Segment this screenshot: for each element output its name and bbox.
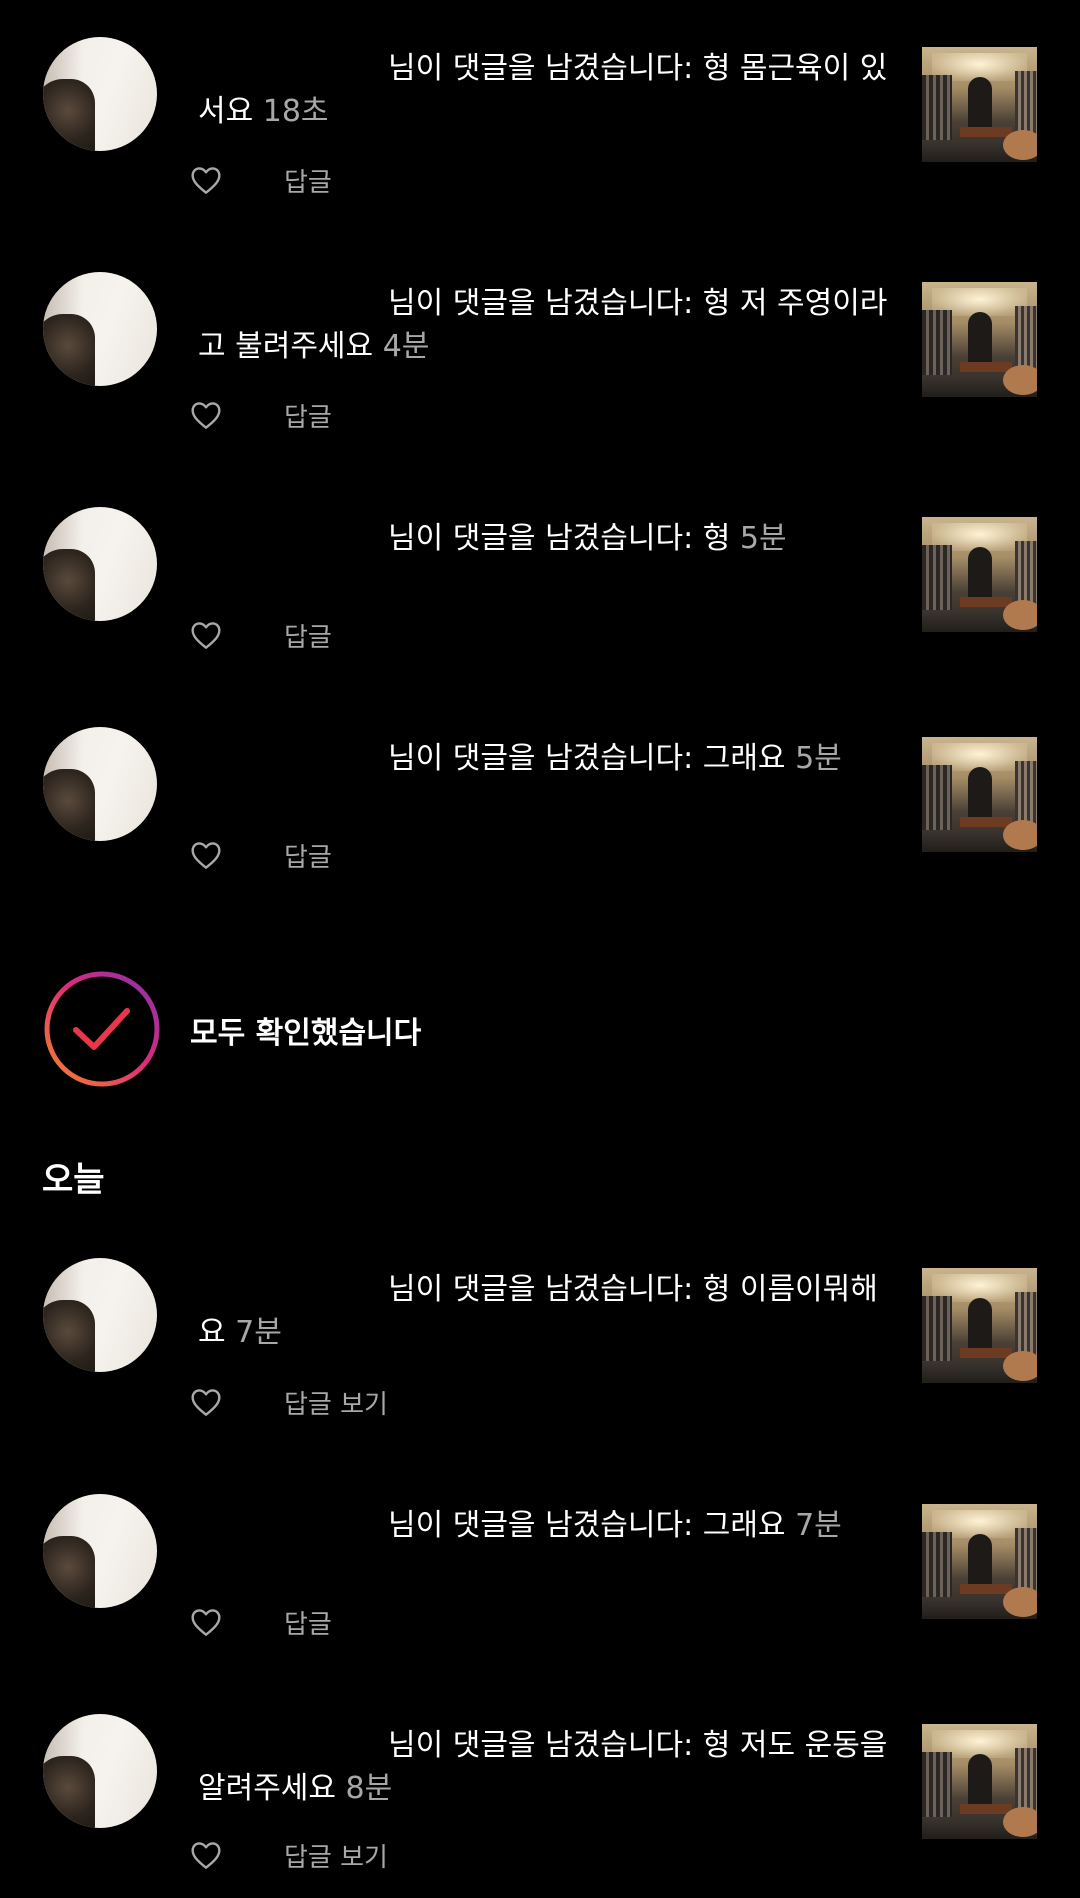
reply-button[interactable]: 답글 — [284, 837, 332, 874]
timestamp: 5분 — [795, 741, 842, 776]
notification-text: 님이 댓글을 남겼습니다: 형 이름이뭐해요 7분 — [198, 1268, 888, 1354]
action-text: 님이 댓글을 남겼습니다: 형 몸근육이 있 — [388, 51, 888, 86]
heart-outline-icon[interactable] — [190, 840, 222, 870]
action-text: 님이 댓글을 남겼습니다: 형 이름이뭐해 — [388, 1272, 878, 1307]
notification-text: 님이 댓글을 남겼습니다: 그래요 5분 — [198, 737, 888, 780]
timestamp: 4분 — [382, 329, 430, 364]
timestamp: 18초 — [262, 94, 329, 129]
timestamp: 8분 — [345, 1771, 393, 1806]
reply-button[interactable]: 답글 — [284, 162, 332, 199]
user-avatar[interactable] — [43, 272, 157, 386]
post-thumbnail[interactable] — [922, 1268, 1037, 1383]
caught-up-label: 모두 확인했습니다 — [190, 1016, 422, 1051]
notification-text: 님이 댓글을 남겼습니다: 그래요 7분 — [198, 1504, 888, 1547]
heart-outline-icon[interactable] — [190, 620, 222, 650]
user-avatar[interactable] — [43, 1258, 157, 1372]
action-text: 님이 댓글을 남겼습니다: 형 저 주영이라 — [388, 286, 888, 321]
post-thumbnail[interactable] — [922, 1724, 1037, 1839]
timestamp: 7분 — [235, 1315, 282, 1350]
heart-outline-icon[interactable] — [190, 400, 222, 430]
notification-actions: 답글 보기 — [190, 1835, 388, 1875]
action-text-cont: 알려주세요 — [198, 1771, 336, 1806]
heart-outline-icon[interactable] — [190, 1840, 222, 1870]
view-replies-button[interactable]: 답글 보기 — [284, 1837, 388, 1874]
all-caught-up: 모두 확인했습니다 — [43, 970, 843, 1088]
timestamp: 5분 — [739, 521, 787, 556]
timestamp: 7분 — [795, 1508, 842, 1543]
post-thumbnail[interactable] — [922, 1504, 1037, 1619]
post-thumbnail[interactable] — [922, 282, 1037, 397]
user-avatar[interactable] — [43, 507, 157, 621]
notification-actions: 답글 — [190, 160, 332, 200]
check-circle-icon — [44, 971, 160, 1087]
notification-actions: 답글 — [190, 1602, 332, 1642]
action-text: 님이 댓글을 남겼습니다: 형 저도 운동을 — [388, 1728, 888, 1763]
post-thumbnail[interactable] — [922, 737, 1037, 852]
action-text-cont: 서요 — [198, 94, 254, 129]
section-header-today: 오늘 — [42, 1160, 105, 1200]
user-avatar[interactable] — [43, 1494, 157, 1608]
reply-button[interactable]: 답글 — [284, 1604, 332, 1641]
notification-text: 님이 댓글을 남겼습니다: 형 저 주영이라고 불려주세요 4분 — [198, 282, 888, 368]
user-avatar[interactable] — [43, 1714, 157, 1828]
view-replies-button[interactable]: 답글 보기 — [284, 1384, 388, 1421]
activity-page: 님이 댓글을 남겼습니다: 형 몸근육이 있서요 18초 답글 님이 댓글을 남… — [0, 0, 1080, 1898]
user-avatar[interactable] — [43, 727, 157, 841]
notification-actions: 답글 — [190, 395, 332, 435]
notification-actions: 답글 — [190, 835, 332, 875]
action-text: 님이 댓글을 남겼습니다: 그래요 — [388, 1508, 786, 1543]
post-thumbnail[interactable] — [922, 517, 1037, 632]
notification-text: 님이 댓글을 남겼습니다: 형 저도 운동을알려주세요 8분 — [198, 1724, 888, 1810]
user-avatar[interactable] — [43, 37, 157, 151]
post-thumbnail[interactable] — [922, 47, 1037, 162]
heart-outline-icon[interactable] — [190, 1387, 222, 1417]
reply-button[interactable]: 답글 — [284, 617, 332, 654]
notification-text: 님이 댓글을 남겼습니다: 형 몸근육이 있서요 18초 — [198, 47, 888, 133]
action-text: 님이 댓글을 남겼습니다: 그래요 — [388, 741, 786, 776]
reply-button[interactable]: 답글 — [284, 397, 332, 434]
notification-text: 님이 댓글을 남겼습니다: 형 5분 — [198, 517, 888, 560]
action-text-cont: 고 불려주세요 — [198, 329, 374, 364]
action-text-cont: 요 — [198, 1315, 226, 1350]
action-text: 님이 댓글을 남겼습니다: 형 — [388, 521, 731, 556]
notification-actions: 답글 보기 — [190, 1382, 388, 1422]
heart-outline-icon[interactable] — [190, 1607, 222, 1637]
notification-actions: 답글 — [190, 615, 332, 655]
heart-outline-icon[interactable] — [190, 165, 222, 195]
